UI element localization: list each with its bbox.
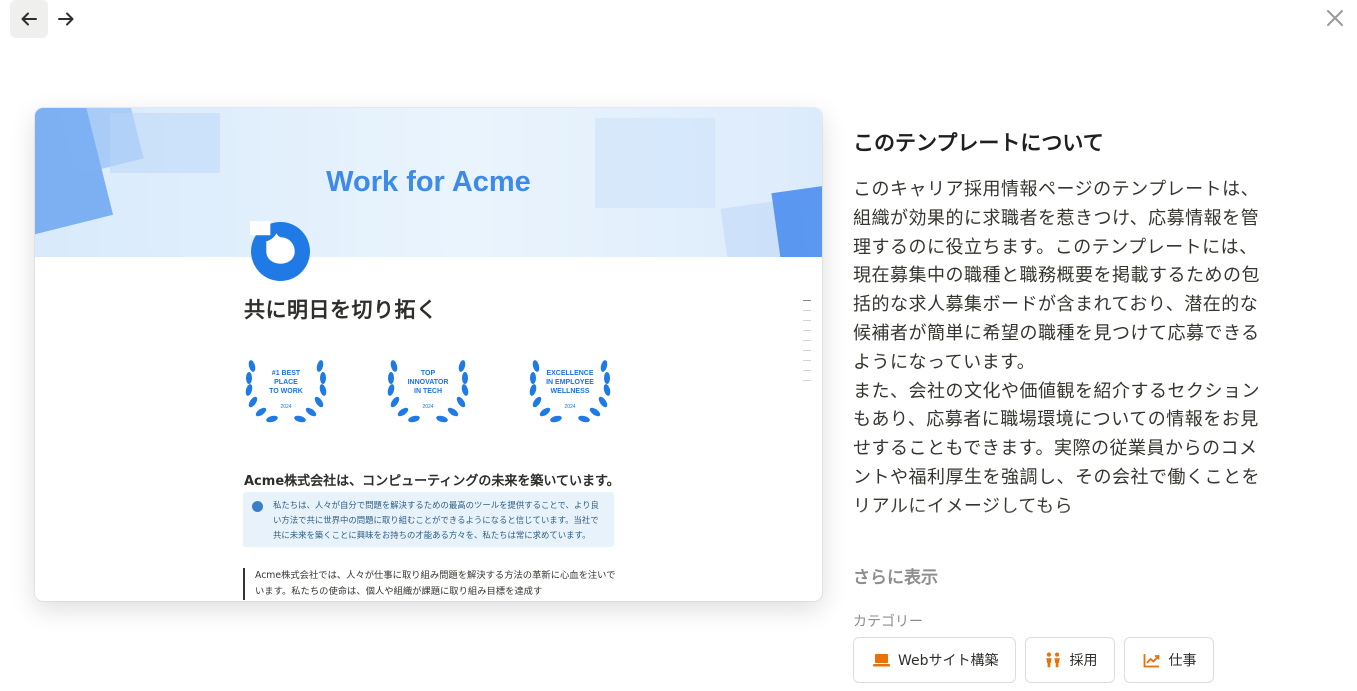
cover-image: Work for Acme [35, 108, 822, 257]
about-title: このテンプレートについて [853, 131, 1104, 155]
badge-text: #1 BEST PLACE TO WORK [269, 370, 303, 395]
badge-year: 2024 [280, 404, 292, 410]
category-label: 採用 [1069, 653, 1098, 669]
preview-quote: Acme株式会社では、人々が仕事に取り組み問題を解決する方法の革新に心血を注いで… [243, 568, 623, 600]
award-badge: #1 BEST PLACE TO WORK 2024 [244, 356, 328, 428]
laptop-icon [872, 651, 890, 669]
cover-title: Work for Acme [326, 166, 531, 198]
preview-subheading: Acme株式会社は、コンピューティングの未来を築いています。 [244, 474, 620, 489]
badge-year: 2024 [422, 404, 434, 410]
arrow-right-icon [58, 12, 74, 26]
preview-heading: 共に明日を切り拓く [244, 298, 438, 322]
award-badge: EXCELLENCE IN EMPLOYEE WELLNESS 2024 [528, 356, 612, 428]
categories-label: カテゴリー [853, 614, 923, 630]
category-label: 仕事 [1168, 653, 1197, 669]
template-preview[interactable]: Work for Acme 共に明日を切り拓く #1 BEST PLACE TO W… [35, 108, 822, 601]
category-chip-website[interactable]: Webサイト構築 [853, 637, 1016, 683]
close-button[interactable] [1321, 4, 1349, 32]
badge-year: 2024 [564, 404, 576, 410]
forward-button[interactable] [47, 0, 85, 38]
trend-chart-icon [1143, 651, 1161, 669]
award-badge: TOP INNOVATOR IN TECH 2024 [386, 356, 470, 428]
category-chip-recruiting[interactable]: 採用 [1024, 637, 1115, 683]
cover-shape [110, 113, 220, 173]
page-logo-icon [250, 221, 310, 281]
arrow-left-icon [21, 12, 37, 26]
show-more-button[interactable]: さらに表示 [853, 563, 938, 588]
pencil-icon [252, 501, 263, 512]
close-icon [1327, 10, 1343, 26]
category-chip-work[interactable]: 仕事 [1123, 637, 1214, 683]
badge-text: EXCELLENCE IN EMPLOYEE WELLNESS [546, 370, 594, 395]
people-icon [1044, 651, 1062, 669]
description-paragraph: また、会社の文化や価値観を紹介するセクションもあり、応募者に職場環境についての情… [853, 380, 1260, 517]
category-label: Webサイト構築 [898, 653, 999, 669]
category-list: Webサイト構築 採用 仕事 [853, 637, 1214, 683]
description-paragraph: このキャリア採用情報ページのテンプレートは、組織が効果的に求職者を惹きつけ、応募… [853, 179, 1260, 373]
badge-text: TOP INNOVATOR IN TECH [407, 370, 449, 395]
back-button[interactable] [10, 0, 48, 38]
callout-text: 私たちは、人々が自分で問題を解決するための最高のツールを提供することで、より良い… [273, 500, 599, 540]
description-fade [853, 505, 1263, 549]
template-description: このキャリア採用情報ページのテンプレートは、組織が効果的に求職者を惹きつけ、応募… [853, 176, 1263, 548]
table-of-contents-indicator [803, 300, 811, 390]
preview-callout: 私たちは、人々が自分で問題を解決するための最高のツールを提供することで、より良い… [243, 492, 614, 547]
